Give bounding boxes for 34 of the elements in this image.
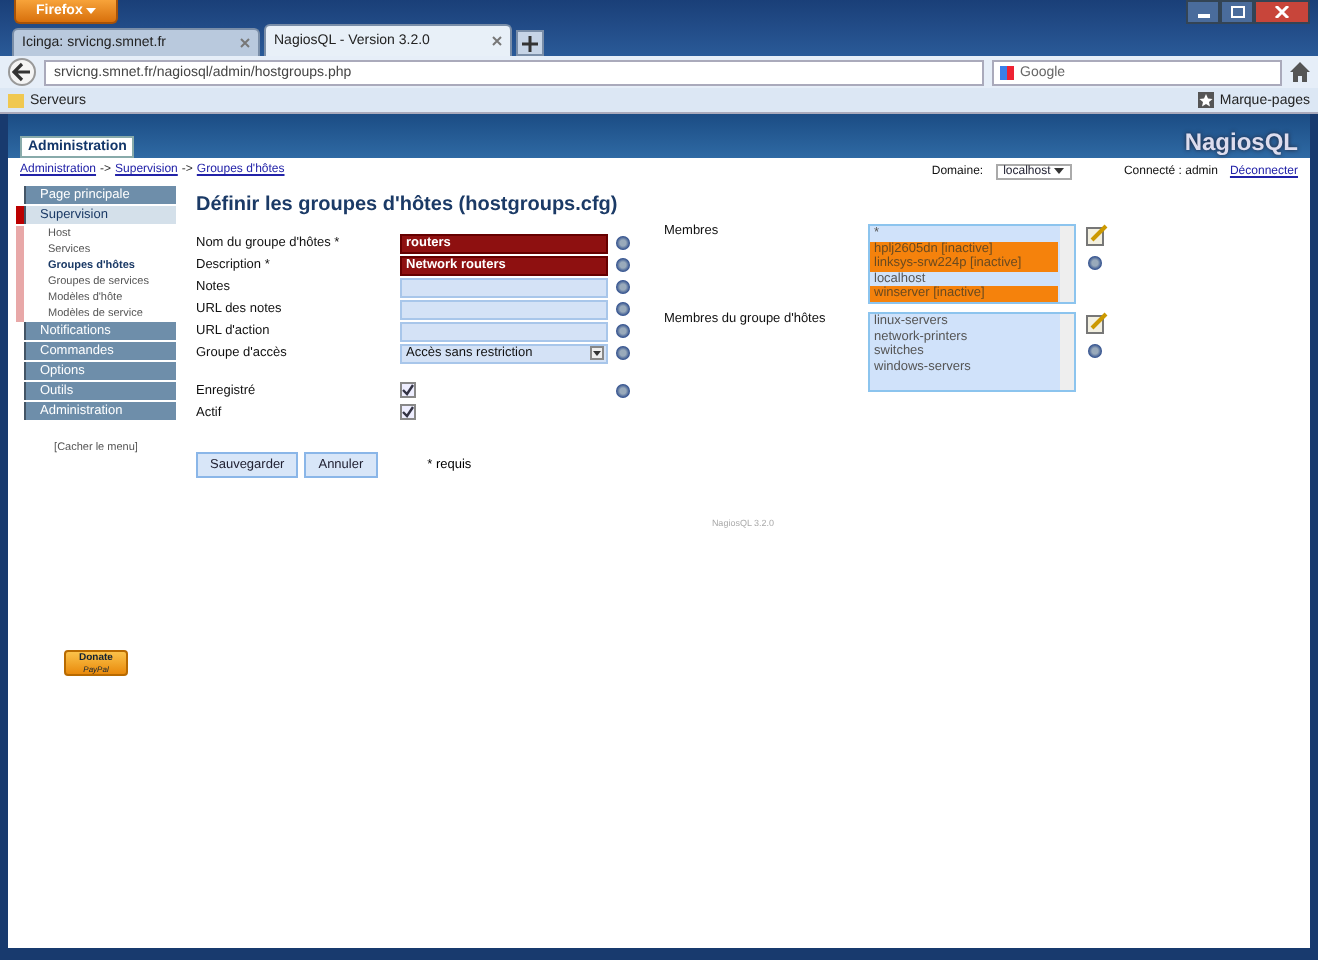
maximize-icon — [1229, 6, 1245, 18]
input-field[interactable] — [400, 321, 608, 341]
home-icon[interactable] — [1290, 62, 1310, 82]
help-icon[interactable] — [616, 346, 630, 360]
help-icon[interactable] — [616, 258, 630, 272]
help-icon[interactable] — [616, 236, 630, 250]
edit-icon[interactable] — [1086, 312, 1108, 334]
caret-icon — [1053, 168, 1064, 174]
checkbox[interactable] — [400, 382, 416, 398]
close-icon[interactable] — [240, 38, 250, 48]
page-title: Définir les groupes d'hôtes (hostgroups.cfg) — [196, 194, 620, 216]
help-icon[interactable] — [616, 280, 630, 294]
caret-icon — [86, 8, 97, 14]
help-icon[interactable] — [1088, 344, 1102, 358]
help-icon[interactable] — [616, 384, 630, 398]
minimize-button[interactable] — [1186, 0, 1220, 24]
close-button[interactable] — [1254, 0, 1310, 24]
checkbox[interactable] — [400, 404, 416, 420]
scrollbar[interactable] — [1060, 226, 1074, 302]
scrollbar[interactable] — [1060, 314, 1074, 390]
input-field[interactable] — [400, 277, 608, 297]
input-field[interactable] — [400, 299, 608, 319]
maximize-button[interactable] — [1220, 0, 1254, 24]
close-icon — [1274, 6, 1290, 18]
help-icon[interactable] — [616, 324, 630, 338]
logo: NagiosQL — [1184, 128, 1298, 158]
close-icon[interactable] — [492, 36, 502, 46]
new-tab-button[interactable] — [516, 30, 544, 56]
help-icon[interactable] — [616, 302, 630, 316]
star-icon — [1197, 92, 1214, 108]
edit-icon[interactable] — [1086, 224, 1108, 246]
dropdown-arrow-icon[interactable] — [590, 346, 604, 360]
back-button[interactable] — [8, 58, 36, 86]
help-icon[interactable] — [1088, 256, 1102, 270]
